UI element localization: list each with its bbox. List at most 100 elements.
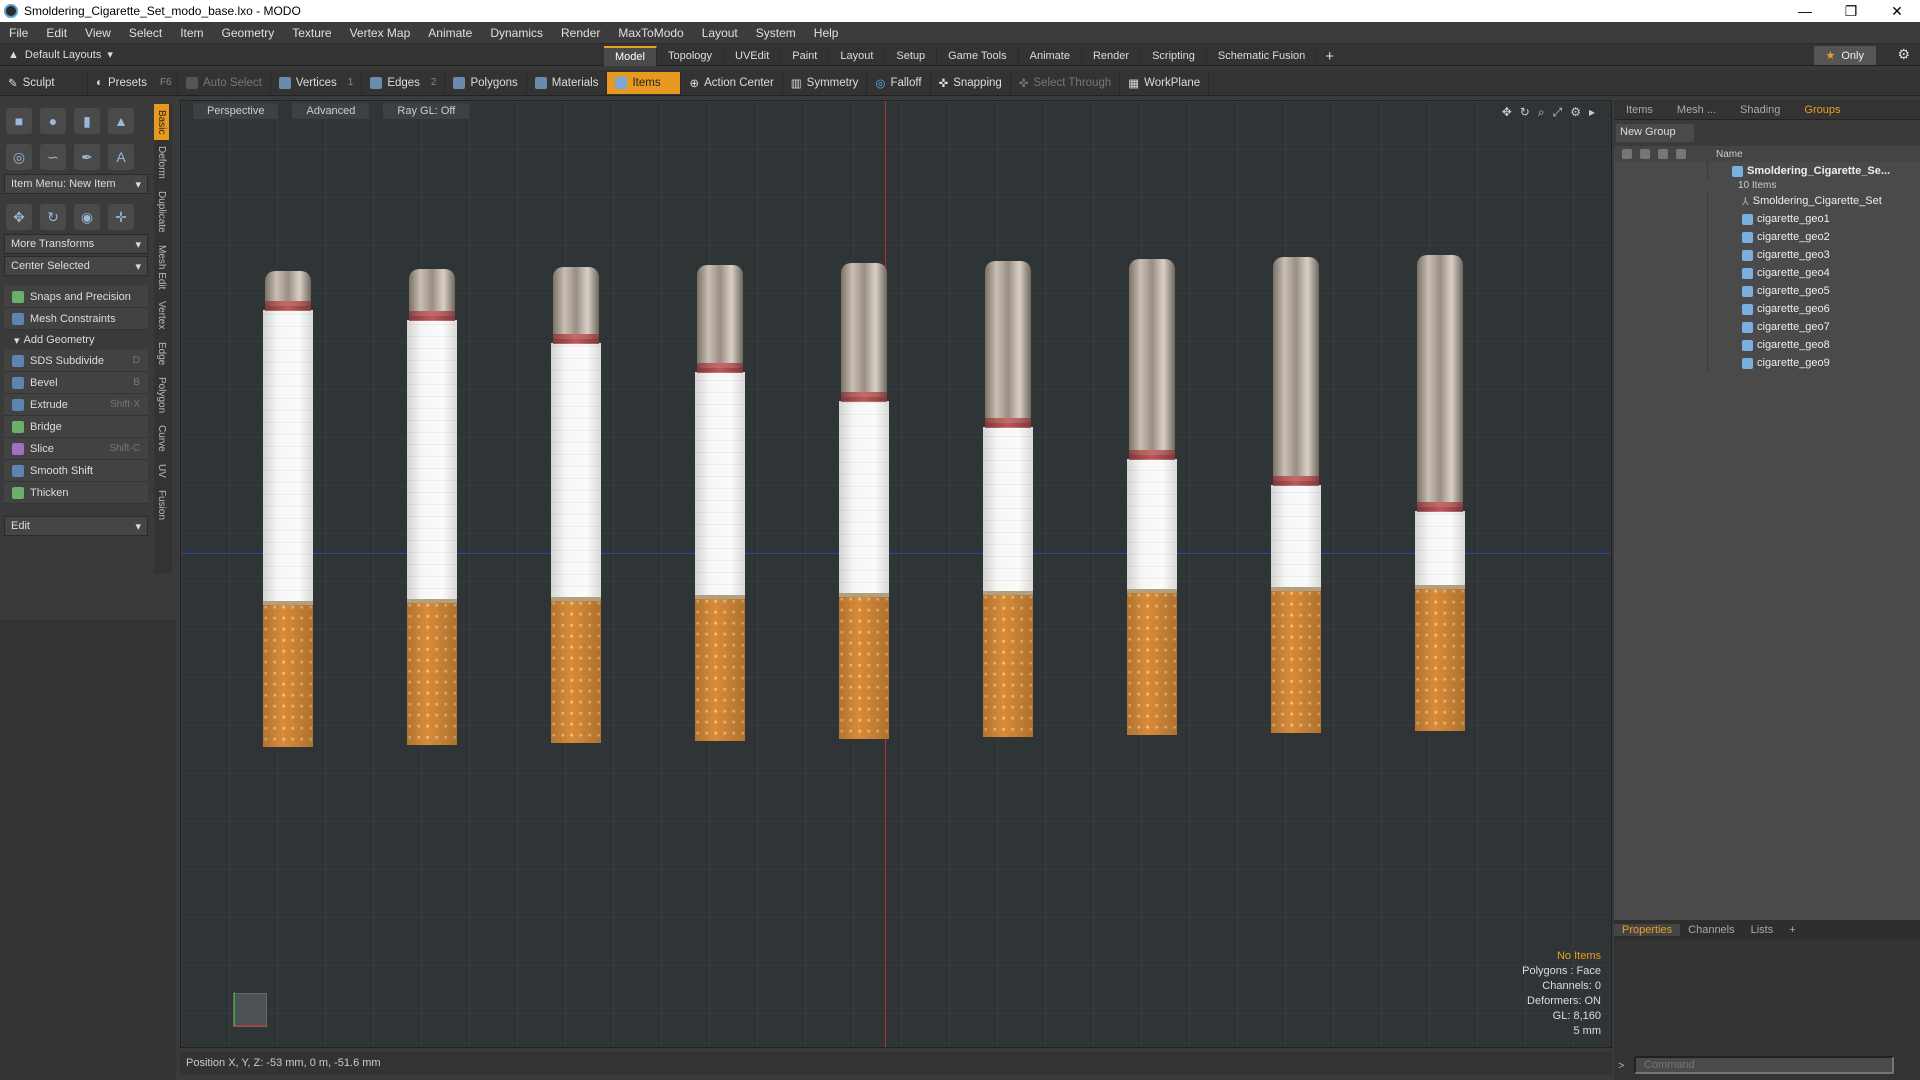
- close-button[interactable]: ✕: [1874, 3, 1920, 20]
- action-center-button[interactable]: ⊕ Action Center: [681, 71, 783, 94]
- new-group-button[interactable]: New Group: [1616, 124, 1694, 142]
- tab-lists[interactable]: Lists: [1743, 924, 1782, 936]
- tab-paint[interactable]: Paint: [781, 47, 830, 65]
- menu-texture[interactable]: Texture: [283, 26, 340, 40]
- sculpt-button[interactable]: ✎ Sculpt: [0, 71, 88, 94]
- tree-row[interactable]: cigarette_geo4: [1614, 264, 1920, 282]
- center-selected-dropdown[interactable]: Center Selected ▾: [4, 256, 148, 276]
- cigarette-6[interactable]: [983, 261, 1033, 737]
- menu-render[interactable]: Render: [552, 26, 609, 40]
- default-layouts-dropdown[interactable]: Default Layouts: [25, 49, 101, 61]
- add-tab-icon[interactable]: +: [1781, 924, 1803, 936]
- cigarette-9[interactable]: [1415, 255, 1465, 731]
- tree-row[interactable]: cigarette_geo9: [1614, 354, 1920, 372]
- cube-icon[interactable]: ■: [6, 108, 32, 134]
- advanced-dropdown[interactable]: Advanced: [292, 103, 370, 119]
- orbit-icon[interactable]: ↻: [1520, 105, 1530, 120]
- tree-row[interactable]: cigarette_geo2: [1614, 228, 1920, 246]
- tab-animate[interactable]: Animate: [1019, 47, 1082, 65]
- tab-topology[interactable]: Topology: [657, 47, 725, 65]
- tab-uvedit[interactable]: UVEdit: [724, 47, 782, 65]
- menu-animate[interactable]: Animate: [419, 26, 481, 40]
- bevel-button[interactable]: Bevel B: [4, 372, 148, 394]
- cigarette-8[interactable]: [1271, 257, 1321, 733]
- vtab-curve[interactable]: Curve: [154, 419, 169, 458]
- vtab-uv[interactable]: UV: [154, 458, 169, 484]
- bridge-button[interactable]: Bridge: [4, 416, 148, 438]
- item-menu-dropdown[interactable]: Item Menu: New Item ▾: [4, 174, 148, 194]
- vtab-edge[interactable]: Edge: [154, 336, 169, 371]
- vtab-fusion[interactable]: Fusion: [154, 484, 169, 526]
- vertices-button[interactable]: Vertices 1: [271, 71, 363, 94]
- zoom-icon[interactable]: ⌕: [1538, 105, 1545, 120]
- text-icon[interactable]: A: [108, 144, 134, 170]
- menu-system[interactable]: System: [747, 26, 805, 40]
- pan-icon[interactable]: ✥: [1502, 105, 1512, 120]
- edges-button[interactable]: Edges 2: [362, 71, 446, 94]
- snapping-button[interactable]: ✜ Snapping: [931, 71, 1011, 94]
- tab-properties[interactable]: Properties: [1614, 924, 1681, 936]
- tab-items[interactable]: Items: [1614, 104, 1665, 116]
- tab-setup[interactable]: Setup: [885, 47, 938, 65]
- sds-subdivide-button[interactable]: SDS Subdivide D: [4, 350, 148, 372]
- tree-row[interactable]: cigarette_geo1: [1614, 210, 1920, 228]
- viewport-gear-icon[interactable]: ⚙: [1570, 105, 1581, 120]
- vtab-duplicate[interactable]: Duplicate: [154, 185, 169, 239]
- sphere-icon[interactable]: ●: [40, 108, 66, 134]
- thicken-button[interactable]: Thicken: [4, 482, 148, 504]
- cylinder-icon[interactable]: ▮: [74, 108, 100, 134]
- capsule-icon[interactable]: ∽: [40, 144, 66, 170]
- cigarette-7[interactable]: [1127, 259, 1177, 735]
- more-transforms-dropdown[interactable]: More Transforms ▾: [4, 234, 148, 254]
- menu-help[interactable]: Help: [805, 26, 848, 40]
- slice-button[interactable]: Slice Shift-C: [4, 438, 148, 460]
- fit-icon[interactable]: ⤢: [1553, 105, 1563, 120]
- menu-geometry[interactable]: Geometry: [213, 26, 284, 40]
- transform-icon[interactable]: ✛: [108, 204, 134, 230]
- vtab-vertex[interactable]: Vertex: [154, 295, 169, 335]
- layout-arrow-icon[interactable]: ▲: [8, 49, 19, 61]
- vtab-mesh-edit[interactable]: Mesh Edit: [154, 239, 169, 295]
- edit-dropdown[interactable]: Edit ▾: [4, 516, 148, 536]
- menu-item[interactable]: Item: [171, 26, 212, 40]
- menu-dynamics[interactable]: Dynamics: [481, 26, 552, 40]
- items-button[interactable]: Items: [607, 71, 682, 94]
- tree-row[interactable]: cigarette_geo6: [1614, 300, 1920, 318]
- auto-select-button[interactable]: Auto Select: [178, 71, 271, 94]
- tree-row[interactable]: cigarette_geo8: [1614, 336, 1920, 354]
- vtab-basic[interactable]: Basic: [154, 104, 169, 141]
- cigarette-5[interactable]: [839, 263, 889, 739]
- restore-button[interactable]: ❐: [1828, 3, 1874, 20]
- snaps-precision-button[interactable]: Snaps and Precision: [4, 286, 148, 308]
- cigarette-4[interactable]: [695, 265, 745, 741]
- command-input[interactable]: [1634, 1056, 1894, 1074]
- falloff-button[interactable]: ◎ Falloff: [867, 71, 931, 94]
- select-through-button[interactable]: ✜ Select Through: [1011, 71, 1121, 94]
- pen-icon[interactable]: ✒: [74, 144, 100, 170]
- tab-game-tools[interactable]: Game Tools: [937, 47, 1019, 65]
- tab-render[interactable]: Render: [1082, 47, 1142, 65]
- vtab-deform[interactable]: Deform: [154, 140, 169, 185]
- tree-row[interactable]: cigarette_geo3: [1614, 246, 1920, 264]
- raygl-dropdown[interactable]: Ray GL: Off: [383, 103, 470, 119]
- cigarette-1[interactable]: [263, 271, 313, 747]
- move-icon[interactable]: ✥: [6, 204, 32, 230]
- tab-scripting[interactable]: Scripting: [1141, 47, 1207, 65]
- minimize-button[interactable]: —: [1782, 3, 1828, 20]
- gear-icon[interactable]: ⚙: [1897, 46, 1910, 63]
- materials-button[interactable]: Materials: [527, 71, 608, 94]
- only-button[interactable]: ★ Only: [1813, 46, 1876, 65]
- cigarette-2[interactable]: [407, 269, 457, 745]
- workplane-button[interactable]: ▦ WorkPlane: [1120, 71, 1210, 94]
- smooth-shift-button[interactable]: Smooth Shift: [4, 460, 148, 482]
- cone-icon[interactable]: ▲: [108, 108, 134, 134]
- cigarette-3[interactable]: [551, 267, 601, 743]
- tree-row[interactable]: cigarette_geo7: [1614, 318, 1920, 336]
- tab-channels[interactable]: Channels: [1680, 924, 1742, 936]
- menu-view[interactable]: View: [76, 26, 120, 40]
- add-geometry-header[interactable]: ▾ Add Geometry: [4, 330, 148, 350]
- polygons-button[interactable]: Polygons: [445, 71, 527, 94]
- perspective-dropdown[interactable]: Perspective: [193, 103, 279, 119]
- tab-shading[interactable]: Shading: [1728, 104, 1792, 116]
- symmetry-button[interactable]: ▥ Symmetry: [783, 71, 868, 94]
